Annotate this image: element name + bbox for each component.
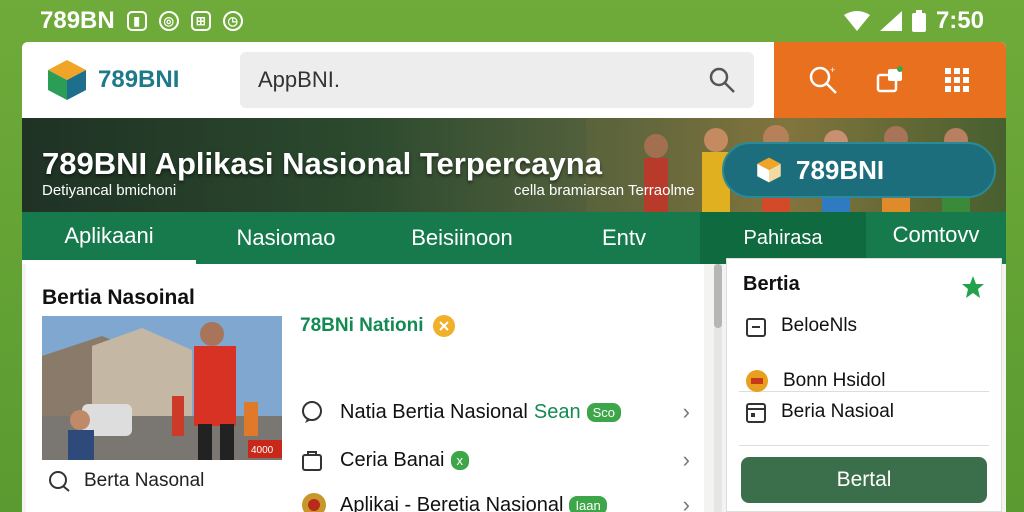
chevron-right-icon: › xyxy=(682,447,690,472)
app-header: 789BNI AppBNI. + xyxy=(22,42,1006,118)
list-item[interactable]: Aplikai - Beretia Nasional Iaan › xyxy=(300,488,690,512)
thumbnail-caption[interactable]: Berta Nasonal xyxy=(48,470,204,492)
side-action-label: Bertal xyxy=(836,468,892,491)
status-bar: 789BN ▮ ◎ ⊞ ◷ 7:50 xyxy=(0,0,1024,42)
hero-cta-label: 789BNI xyxy=(796,154,885,185)
thumbnail-caption-text: Berta Nasonal xyxy=(84,470,205,491)
coin-icon xyxy=(746,370,768,392)
bag-icon xyxy=(302,451,322,471)
section-title: Bertia Nasoinal xyxy=(42,286,195,309)
search-action-button[interactable]: + xyxy=(803,60,843,100)
side-item[interactable]: Beria Nasioal xyxy=(745,401,894,423)
list-item-badge: Sco xyxy=(586,402,621,422)
tab-pahirasa[interactable]: Pahirasa xyxy=(700,212,866,264)
star-icon[interactable] xyxy=(961,275,985,299)
list-item-badge: x xyxy=(450,450,470,470)
chevron-right-icon: › xyxy=(682,399,690,424)
calendar-icon xyxy=(746,403,766,423)
search-icon xyxy=(49,471,70,492)
street-photo: 4000 xyxy=(42,316,282,460)
hero-subtitle-left: Detiyancal bmichoni xyxy=(42,182,177,199)
list-item-badge: Iaan xyxy=(569,495,607,512)
battery-icon xyxy=(911,10,926,32)
side-panel: Bertia BeloeNls Bonn Hsidol Beria Nasioa… xyxy=(726,258,1002,512)
search-icon: + xyxy=(810,65,838,94)
app-window: 789BNI AppBNI. + 789BNI Aplikasi Nasiona… xyxy=(22,42,1006,512)
featured-text: 78BNi Nationi xyxy=(300,315,424,336)
hero-cta-button[interactable]: 789BNI xyxy=(722,142,996,198)
tab-bar: Aplikaani Nasiomao Beisiinoon Entv Pahir… xyxy=(22,212,1006,264)
sim-icon: ▮ xyxy=(126,11,147,31)
list-item-label: Natia Bertia Nasional xyxy=(340,400,528,423)
share-button[interactable] xyxy=(870,60,910,100)
chat-icon xyxy=(302,401,322,423)
menu-grid-button[interactable] xyxy=(937,60,977,100)
tab-label: Comtovv xyxy=(892,222,980,247)
side-item[interactable]: Bonn Hsidol xyxy=(745,369,885,393)
badge-x-icon xyxy=(432,315,455,337)
grid-icon xyxy=(944,68,969,92)
tab-label: Aplikaani xyxy=(64,223,154,248)
list-item-label: Aplikai - Beretia Nasional xyxy=(340,493,564,512)
signal-icon xyxy=(879,11,902,31)
search-value: AppBNI. xyxy=(258,67,340,92)
side-item[interactable]: BeloeNls xyxy=(745,315,857,337)
side-action-button[interactable]: Bertal xyxy=(741,457,987,503)
emblem-icon xyxy=(302,493,326,512)
logo-text: 789BNI xyxy=(98,66,180,93)
thumb-badge: 4000 xyxy=(251,445,274,456)
featured-label[interactable]: 78BNi Nationi xyxy=(300,314,456,338)
scrollbar[interactable] xyxy=(714,264,722,512)
logo[interactable]: 789BNI xyxy=(22,58,240,102)
tab-label: Nasiomao xyxy=(236,225,336,250)
list-item[interactable]: Natia Bertia Nasional Sean Sco › xyxy=(300,392,690,432)
side-item-label: BeloeNls xyxy=(781,315,858,336)
search-input[interactable]: AppBNI. xyxy=(240,52,754,108)
scrollbar-thumb[interactable] xyxy=(714,264,722,328)
hero-subtitle-right: cella bramiarsan Terraolme xyxy=(514,182,695,199)
tab-aplikaani[interactable]: Aplikaani xyxy=(22,212,196,264)
tab-label: Pahirasa xyxy=(743,226,823,249)
list-item-tag: Sean xyxy=(533,400,581,423)
share-icon xyxy=(876,66,903,93)
location-icon: ◎ xyxy=(158,11,179,31)
svg-text:+: + xyxy=(830,65,835,75)
tab-label: Beisiinoon xyxy=(411,225,513,250)
tab-entv[interactable]: Entv xyxy=(548,212,700,264)
side-item-label: Beria Nasioal xyxy=(781,401,894,422)
chevron-right-icon: › xyxy=(682,492,690,512)
search-icon[interactable] xyxy=(708,66,736,94)
hero-banner: 789BNI Aplikasi Nasional Terpercayna Det… xyxy=(22,118,1006,212)
carrier-label: 789BN xyxy=(40,7,115,34)
tab-label: Entv xyxy=(601,225,647,250)
list-item-label: Ceria Banai xyxy=(340,448,445,471)
hero-title: 789BNI Aplikasi Nasional Terpercayna xyxy=(42,146,602,181)
divider xyxy=(739,445,989,446)
tab-nasiomao[interactable]: Nasiomao xyxy=(196,212,376,264)
cube-logo-icon xyxy=(48,60,86,100)
app-icon: ⊞ xyxy=(190,11,211,31)
side-item-label: Bonn Hsidol xyxy=(783,370,886,391)
cube-icon xyxy=(757,157,781,183)
side-title: Bertia xyxy=(743,273,800,295)
clipboard-icon xyxy=(746,318,766,337)
tab-comtovv[interactable]: Comtovv xyxy=(866,212,1006,264)
header-actions: + xyxy=(774,42,1006,118)
tab-beisiinoon[interactable]: Beisiinoon xyxy=(376,212,548,264)
alarm-icon: ◷ xyxy=(222,11,243,31)
news-thumbnail[interactable]: 4000 xyxy=(42,316,282,460)
wifi-icon xyxy=(843,11,870,31)
news-panel: Bertia Nasoinal 4000 Berta Nasonal 78BNi… xyxy=(26,264,704,512)
clock: 7:50 xyxy=(935,7,984,34)
list-item[interactable]: Ceria Banai x › xyxy=(300,440,690,480)
